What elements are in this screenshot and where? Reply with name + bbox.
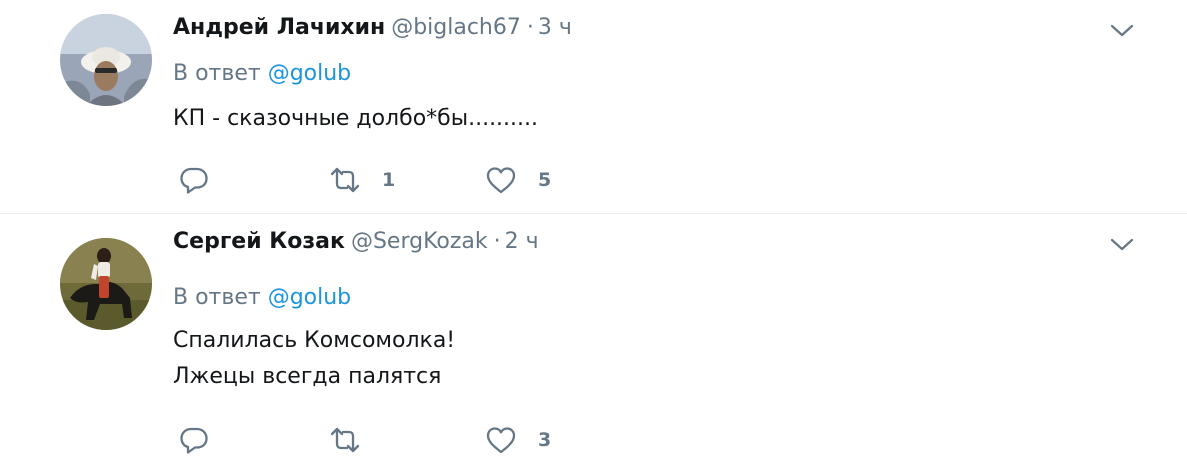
like-count: 3 [538, 429, 552, 451]
retweet-icon [330, 427, 360, 453]
retweet-icon [330, 167, 360, 193]
like-count: 5 [538, 169, 552, 191]
retweet-count: 1 [382, 169, 396, 191]
author-handle[interactable]: @SergKozak [351, 229, 488, 254]
timestamp[interactable]: 2 ч [505, 229, 539, 254]
reply-prefix: В ответ [173, 61, 261, 86]
tweet[interactable]: Сергей Козак @SergKozak · 2 ч В ответ @golu… [0, 214, 1187, 467]
like-icon [486, 167, 516, 194]
tweet-text-line: Лжецы всегда палятся [173, 364, 442, 389]
like-button[interactable]: 5 [485, 162, 551, 198]
tweet-header: Андрей Лачихин @biglach67 · 3 ч [173, 13, 572, 43]
chevron-down-icon[interactable] [1109, 17, 1135, 43]
reply-prefix: В ответ [173, 285, 261, 310]
reply-button[interactable] [178, 422, 210, 458]
avatar[interactable] [60, 14, 152, 106]
retweet-button[interactable]: 1 [329, 162, 395, 198]
reply-mention[interactable]: @golub [268, 285, 351, 310]
retweet-button[interactable] [329, 422, 382, 458]
separator: · [526, 15, 534, 40]
separator: · [493, 229, 501, 254]
reply-context: В ответ @golub [173, 59, 351, 89]
like-icon [486, 427, 516, 454]
author-handle[interactable]: @biglach67 [391, 15, 521, 40]
reply-icon [180, 167, 208, 194]
tweet-text: Спалилась Комсомолка! Лжецы всегда палят… [173, 323, 455, 395]
like-button[interactable]: 3 [485, 422, 551, 458]
reply-context: В ответ @golub [173, 283, 351, 313]
reply-button[interactable] [178, 162, 210, 198]
reply-icon [180, 427, 208, 454]
avatar-image [60, 238, 152, 330]
avatar-image [60, 14, 152, 106]
chevron-down-icon[interactable] [1109, 231, 1135, 257]
tweet-header: Сергей Козак @SergKozak · 2 ч [173, 227, 539, 257]
tweet-text-line: Спалилась Комсомолка! [173, 328, 456, 353]
tweet[interactable]: Андрей Лачихин @biglach67 · 3 ч В ответ @go… [0, 0, 1187, 214]
reply-mention[interactable]: @golub [268, 61, 351, 86]
tweet-text: КП - сказочные долбо*бы.......... [173, 101, 538, 137]
timestamp[interactable]: 3 ч [538, 15, 572, 40]
author-name[interactable]: Андрей Лачихин [173, 15, 385, 40]
avatar[interactable] [60, 238, 152, 330]
author-name[interactable]: Сергей Козак [173, 229, 345, 254]
tweet-text-line: КП - сказочные долбо*бы.......... [173, 106, 539, 131]
